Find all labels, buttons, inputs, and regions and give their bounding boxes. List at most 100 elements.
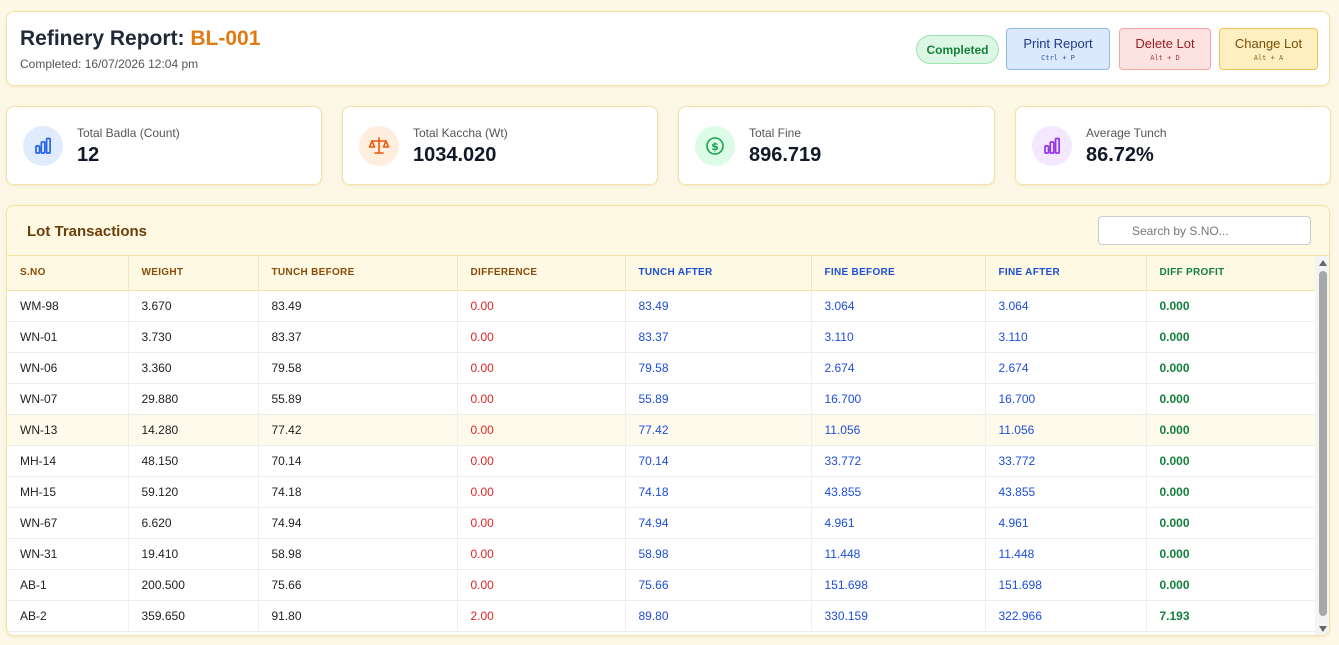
- table-row[interactable]: WN-67 6.620 74.94 0.00 74.94 4.961 4.961 0.000: [7, 507, 1315, 539]
- col-tunch-after-cell: 83.37: [625, 321, 812, 353]
- col-tunch-before-cell: 55.89: [258, 383, 458, 415]
- col-weight-cell: 59.120: [128, 476, 259, 508]
- col-diff-profit-cell: 0.000: [1146, 383, 1315, 415]
- col-sno-cell: WM-98: [7, 290, 129, 322]
- col-fine-before-cell: 11.056: [811, 414, 986, 446]
- col-fine-after-header: FINE AFTER: [985, 256, 1147, 291]
- col-tunch-before-header: TUNCH BEFORE: [258, 256, 458, 291]
- col-fine-after-cell: 33.772: [985, 445, 1147, 477]
- col-fine-after-cell: 3.110: [985, 321, 1147, 353]
- col-diff-profit-header: DIFF PROFIT: [1146, 256, 1315, 291]
- print-report-label: Print Report: [1023, 36, 1093, 51]
- panel-header: Lot Transactions: [7, 206, 1329, 256]
- col-tunch-before-cell: 83.49: [258, 290, 458, 322]
- table-row[interactable]: WN-07 29.880 55.89 0.00 55.89 16.700 16.700 0.0…: [7, 383, 1315, 415]
- stat-value: 12: [77, 144, 100, 166]
- col-weight-cell: 200.500: [128, 569, 259, 601]
- delete-lot-button[interactable]: Delete Lot Alt + D: [1119, 28, 1211, 70]
- col-difference-cell: 0.00: [457, 290, 626, 322]
- change-lot-button[interactable]: Change Lot Alt + A: [1219, 28, 1318, 70]
- col-fine-after-cell: 2.674: [985, 352, 1147, 384]
- change-shortcut: Alt + A: [1253, 54, 1284, 62]
- table-row[interactable]: MH-15 59.120 74.18 0.00 74.18 43.855 43.855 0.0…: [7, 476, 1315, 508]
- col-difference-cell: 0.00: [457, 321, 626, 353]
- col-tunch-before-cell: 58.98: [258, 538, 458, 570]
- col-tunch-after-cell: 74.18: [625, 476, 812, 508]
- col-diff-profit-cell: 0.000: [1146, 538, 1315, 570]
- col-fine-before-cell: 16.700: [811, 383, 986, 415]
- col-weight-cell: 29.880: [128, 383, 259, 415]
- table-row[interactable]: AB-2 359.650 91.80 2.00 89.80 330.159 322.966 7…: [7, 600, 1315, 632]
- table-row[interactable]: MH-14 48.150 70.14 0.00 70.14 33.772 33.772 0.0…: [7, 445, 1315, 477]
- search-input[interactable]: [1098, 216, 1311, 245]
- col-difference-cell: 0.00: [457, 383, 626, 415]
- scrollbar-thumb[interactable]: [1319, 271, 1327, 616]
- col-fine-before-header: FINE BEFORE: [811, 256, 986, 291]
- col-tunch-after-cell: 79.58: [625, 352, 812, 384]
- lot-id: BL-001: [190, 27, 261, 50]
- col-difference-cell: 2.00: [457, 600, 626, 632]
- table-row[interactable]: AB-1 200.500 75.66 0.00 75.66 151.698 151.698 0…: [7, 569, 1315, 601]
- col-sno-cell: WN-67: [7, 507, 129, 539]
- col-tunch-after-cell: 89.80: [625, 600, 812, 632]
- lot-transactions-panel: Lot Transactions S.NOWEIGHTTUNCH BEFORED…: [6, 205, 1330, 636]
- table-row[interactable]: WN-01 3.730 83.37 0.00 83.37 3.110 3.110 0.000: [7, 321, 1315, 353]
- col-tunch-before-cell: 83.37: [258, 321, 458, 353]
- scroll-down-arrow-icon[interactable]: [1319, 626, 1327, 632]
- scroll-up-arrow-icon[interactable]: [1319, 260, 1327, 266]
- col-diff-profit-cell: 0.000: [1146, 290, 1315, 322]
- col-sno-cell: MH-14: [7, 445, 129, 477]
- col-fine-before-cell: 2.674: [811, 352, 986, 384]
- col-sno-cell: WN-06: [7, 352, 129, 384]
- table-body: WM-98 3.670 83.49 0.00 83.49 3.064 3.064 0.000 W…: [7, 290, 1315, 632]
- print-report-button[interactable]: Print Report Ctrl + P: [1006, 28, 1110, 70]
- table-row[interactable]: WN-31 19.410 58.98 0.00 58.98 11.448 11.448 0.0…: [7, 538, 1315, 570]
- col-fine-after-cell: 16.700: [985, 383, 1147, 415]
- col-tunch-after-cell: 58.98: [625, 538, 812, 570]
- col-sno-header: S.NO: [7, 256, 129, 291]
- table-row[interactable]: WN-06 3.360 79.58 0.00 79.58 2.674 2.674 0.000: [7, 352, 1315, 384]
- col-difference-cell: 0.00: [457, 445, 626, 477]
- col-difference-cell: 0.00: [457, 538, 626, 570]
- transactions-table-wrapper: S.NO WEIGHT TUNCH BEFORE DIFFERENCE TUNCH AF…: [7, 256, 1315, 635]
- col-fine-before-cell: 33.772: [811, 445, 986, 477]
- col-weight-cell: 6.620: [128, 507, 259, 539]
- col-fine-after-cell: 11.448: [985, 538, 1147, 570]
- col-diff-profit-cell: 0.000: [1146, 321, 1315, 353]
- table-row[interactable]: WN-13 14.280 77.42 0.00 77.42 11.056 11.056 0.0…: [7, 414, 1315, 446]
- stat-value: 86.72%: [1086, 144, 1154, 166]
- report-header: Refinery Report: BL-001 Completed: 16/07…: [6, 11, 1330, 86]
- col-fine-before-cell: 4.961: [811, 507, 986, 539]
- col-weight-cell: 3.730: [128, 321, 259, 353]
- col-weight-cell: 19.410: [128, 538, 259, 570]
- col-tunch-before-cell: 74.94: [258, 507, 458, 539]
- col-diff-profit-cell: 0.000: [1146, 445, 1315, 477]
- stat-card-total-badla: Total Badla (Count) 12: [6, 106, 322, 185]
- page-title: Refinery Report: BL-001: [20, 27, 260, 51]
- table-header-row: S.NO WEIGHT TUNCH BEFORE DIFFERENCE TUNCH AF…: [7, 256, 1315, 291]
- svg-text:$: $: [711, 140, 719, 153]
- col-difference-header: DIFFERENCE: [457, 256, 626, 291]
- col-diff-profit-cell: 7.193: [1146, 600, 1315, 632]
- stat-card-average-tunch: Average Tunch 86.72%: [1015, 106, 1331, 185]
- dollar-icon: $: [695, 126, 735, 166]
- bar-chart-icon: [23, 126, 63, 166]
- col-weight-cell: 48.150: [128, 445, 259, 477]
- title-prefix: Refinery Report:: [20, 27, 185, 50]
- col-tunch-before-cell: 74.18: [258, 476, 458, 508]
- scale-icon: [359, 126, 399, 166]
- stat-card-total-fine: $ Total Fine 896.719: [678, 106, 995, 185]
- panel-title: Lot Transactions: [27, 223, 148, 240]
- col-difference-cell: 0.00: [457, 414, 626, 446]
- col-fine-after-cell: 4.961: [985, 507, 1147, 539]
- col-tunch-before-cell: 70.14: [258, 445, 458, 477]
- col-tunch-after-header: TUNCH AFTER: [625, 256, 812, 291]
- delete-lot-label: Delete Lot: [1135, 36, 1195, 51]
- col-diff-profit-cell: 0.000: [1146, 476, 1315, 508]
- table-row[interactable]: WM-98 3.670 83.49 0.00 83.49 3.064 3.064 0.000: [7, 290, 1315, 322]
- col-tunch-after-cell: 70.14: [625, 445, 812, 477]
- table-scrollbar[interactable]: [1315, 256, 1329, 635]
- col-weight-cell: 3.360: [128, 352, 259, 384]
- col-fine-after-cell: 322.966: [985, 600, 1147, 632]
- col-sno-cell: AB-2: [7, 600, 129, 632]
